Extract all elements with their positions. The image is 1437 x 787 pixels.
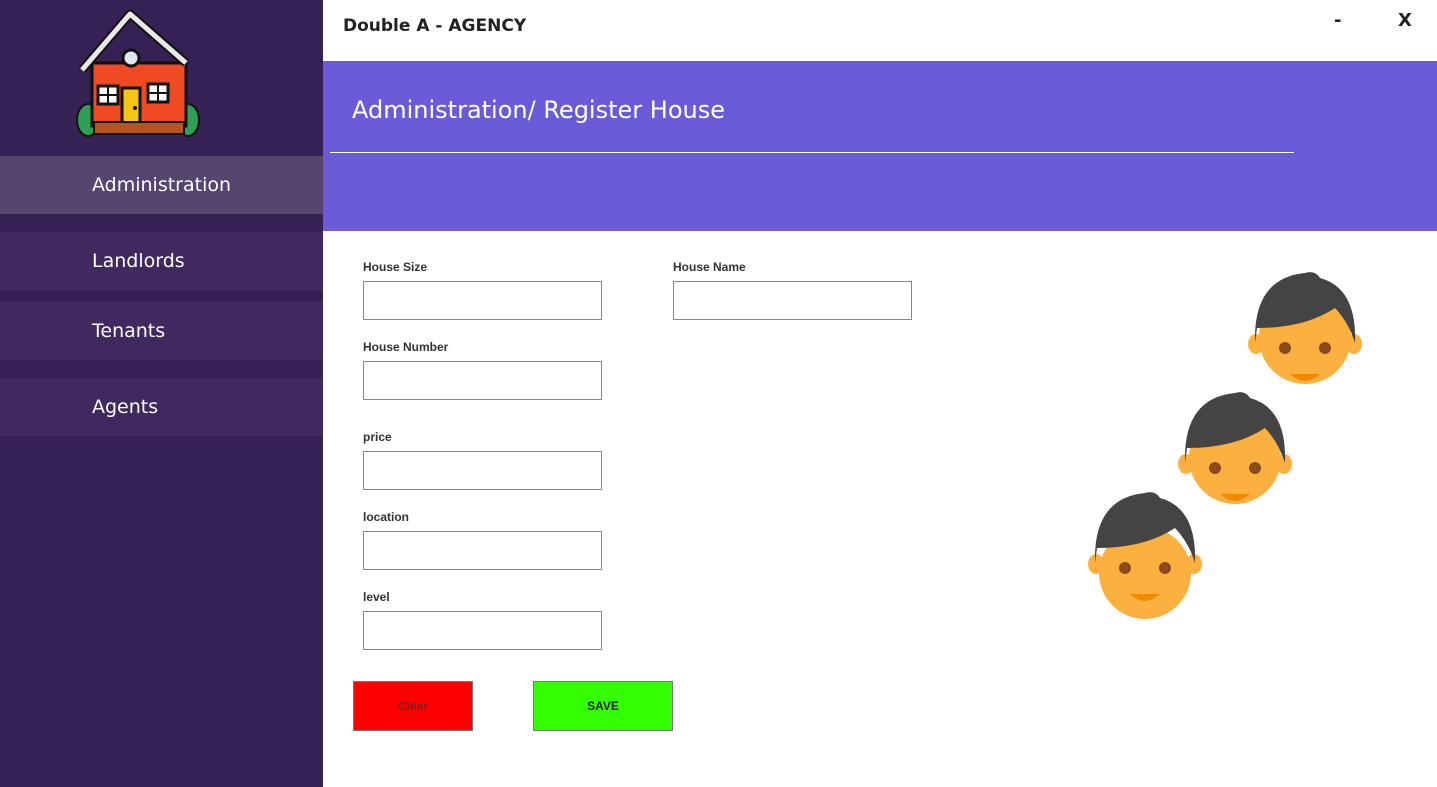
face-icon-bottom — [1088, 492, 1202, 619]
house-size-label: House Size — [363, 260, 428, 274]
location-input[interactable] — [363, 531, 602, 570]
price-label: price — [363, 430, 392, 444]
house-number-label: House Number — [363, 340, 449, 354]
house-number-input[interactable] — [363, 361, 602, 400]
header-divider — [330, 152, 1294, 153]
sidebar-item-tenants[interactable]: Tenants — [0, 302, 323, 360]
sidebar: Administration Landlords Tenants Agents — [0, 0, 323, 787]
face-icon-top — [1248, 272, 1362, 384]
title-bar: Double A - AGENCY - X — [323, 0, 1437, 61]
face-icon-middle — [1178, 392, 1292, 504]
page-title: Administration/ Register House — [352, 96, 725, 124]
sidebar-item-landlords[interactable]: Landlords — [0, 232, 323, 290]
page-header: Administration/ Register House — [323, 61, 1437, 231]
sidebar-item-administration[interactable]: Administration — [0, 156, 323, 214]
level-input[interactable] — [363, 611, 602, 650]
level-label: level — [363, 590, 390, 604]
location-label: location — [363, 510, 410, 524]
price-input[interactable] — [363, 451, 602, 490]
house-size-input[interactable] — [363, 281, 602, 320]
close-button[interactable]: X — [1398, 10, 1412, 31]
minimize-button[interactable]: - — [1334, 10, 1341, 31]
clear-button[interactable]: Clear — [353, 681, 473, 731]
save-button[interactable]: SAVE — [533, 681, 673, 731]
house-name-label: House Name — [673, 260, 746, 274]
app-title: Double A - AGENCY — [343, 16, 527, 36]
people-faces-icon — [1088, 272, 1362, 619]
house-icon — [76, 9, 200, 137]
house-name-input[interactable] — [673, 281, 912, 320]
sidebar-item-agents[interactable]: Agents — [0, 378, 323, 436]
